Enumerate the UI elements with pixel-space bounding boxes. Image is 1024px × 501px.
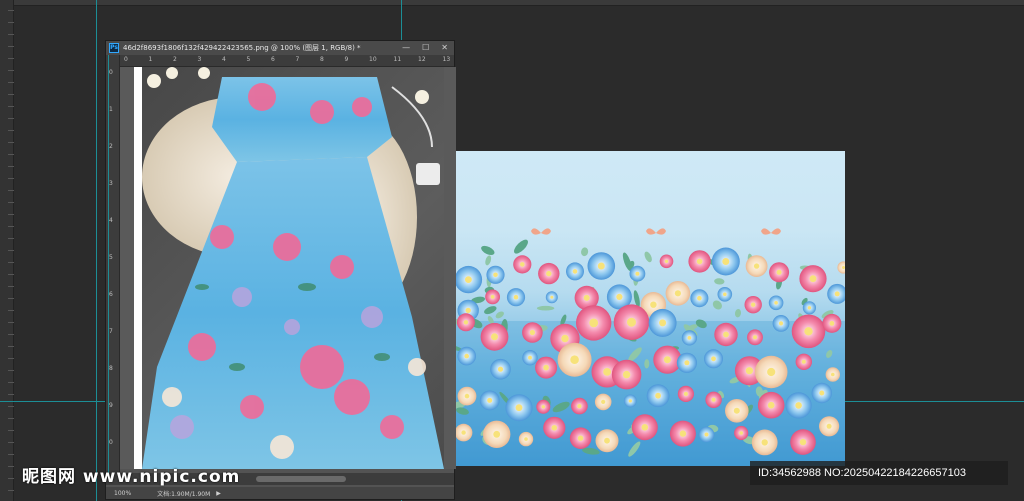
floral-pattern-art [456,228,845,466]
document-canvas[interactable] [120,67,456,469]
ruler-tick-label: 7 [295,56,300,63]
ruler-tick-label: 1 [109,106,113,113]
ruler-tick-label: 8 [109,365,113,372]
ruler-tick-label: 0 [109,439,113,446]
ruler-tick-label: 8 [320,56,324,63]
workspace-vertical-ruler [0,0,14,501]
ruler-tick-label: 3 [109,180,113,187]
ruler-tick-label: 12 [418,56,426,63]
dress-photo [142,67,444,469]
document-window[interactable]: Ps 46d2f8693f1806f132f429422423565.png @… [105,40,456,500]
minimize-icon[interactable]: — [402,41,410,55]
ruler-tick-label: 6 [271,56,275,63]
ruler-tick-label: 0 [124,56,128,63]
document-title: 46d2f8693f1806f132f429422423565.png @ 10… [123,44,361,52]
status-menu-arrow-icon[interactable]: ▶ [216,490,221,497]
ruler-tick-label: 10 [369,56,377,63]
ruler-tick-label: 1 [148,56,153,63]
ruler-tick-label: 11 [393,56,402,63]
nipic-watermark-logo: 昵图网 www.nipic.com [22,467,241,487]
dress-photo-art [142,67,444,469]
ruler-tick-label: 4 [109,217,113,224]
close-icon[interactable]: ✕ [441,41,448,55]
image-id-watermark: ID:34562988 NO:20250422184226657103 [750,461,1008,485]
status-bar: 100% 文档:1.90M/1.90M ▶ [106,487,454,499]
ruler-tick-label: 3 [197,56,202,63]
document-horizontal-ruler[interactable]: 0 1 2 3 4 5 6 7 8 9 10 11 12 13 [120,55,454,67]
ruler-tick-label: 4 [222,56,226,63]
zoom-level[interactable]: 100% [114,490,131,497]
restore-icon[interactable]: ☐ [422,41,429,55]
ruler-tick-label: 5 [246,56,251,63]
ruler-tick-label: 2 [109,143,113,150]
ruler-tick-label: 7 [109,328,113,335]
document-vertical-ruler[interactable]: 0 1 2 3 4 5 6 7 8 9 0 [106,55,120,475]
scrollbar-thumb[interactable] [256,476,346,482]
floral-pattern-image [456,151,845,466]
ruler-tick-label: 0 [109,69,113,76]
photoshop-icon: Ps [109,43,119,53]
window-controls: — ☐ ✕ [402,41,448,55]
ruler-tick-label: 6 [109,291,113,298]
ruler-tick-label: 9 [109,402,113,409]
ruler-tick-label: 2 [173,56,177,63]
document-size: 文档:1.90M/1.90M [157,490,211,498]
ruler-tick-label: 5 [109,254,113,261]
ruler-tick-label: 13 [442,56,451,63]
transparent-edge-strip [134,67,142,469]
guide-line-vertical[interactable] [96,0,97,501]
workspace-horizontal-ruler [0,0,1024,6]
ruler-tick-label: 9 [344,56,349,63]
document-tab-titlebar[interactable]: Ps 46d2f8693f1806f132f429422423565.png @… [106,41,454,55]
